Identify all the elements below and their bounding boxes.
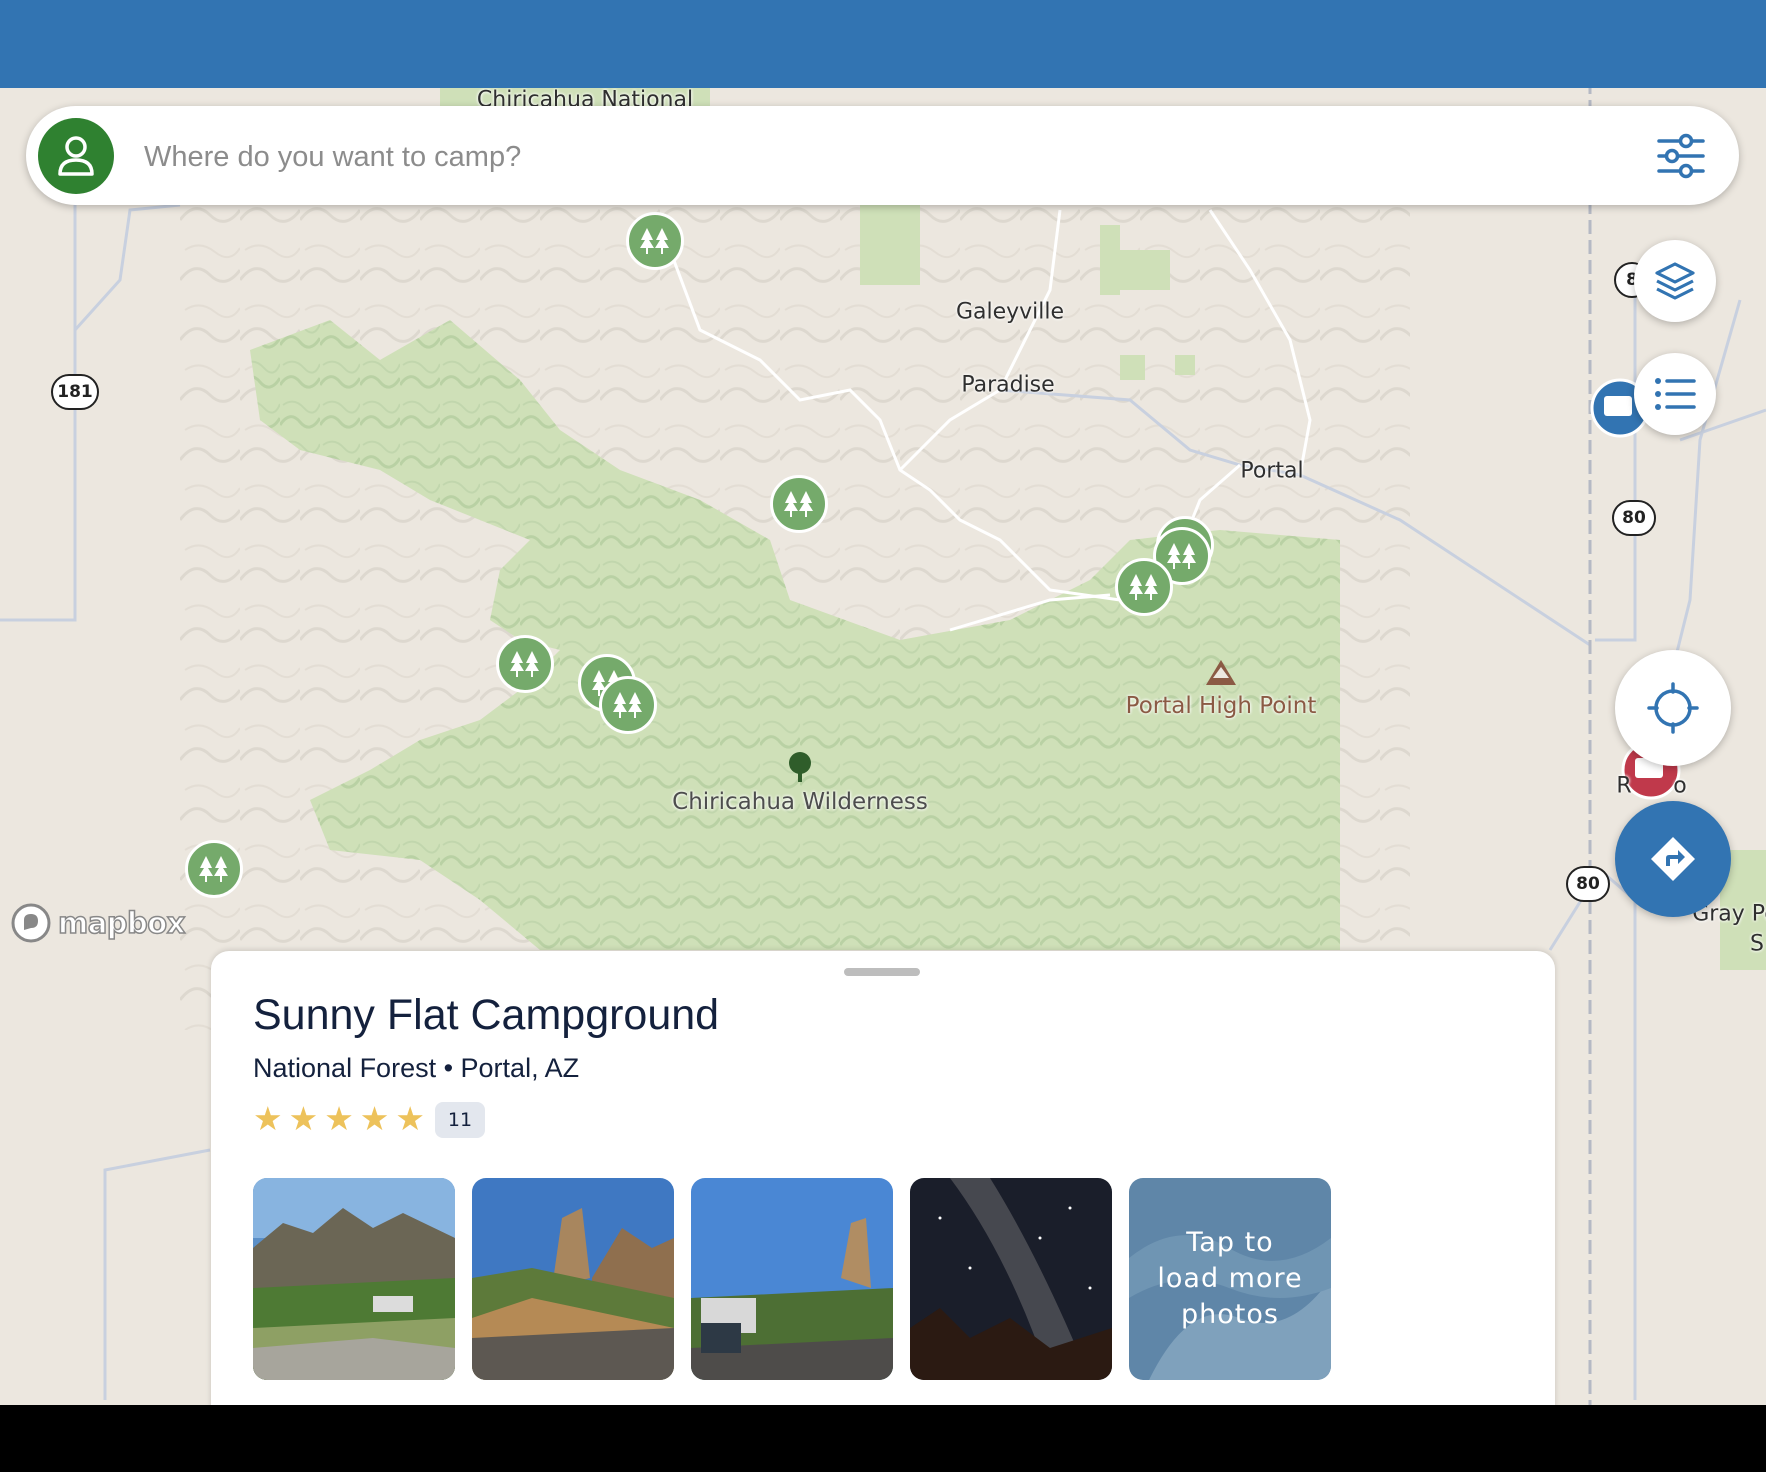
map-label-portal: Portal — [1240, 458, 1304, 484]
drag-handle[interactable] — [844, 968, 920, 976]
sliders-icon — [1657, 133, 1705, 179]
photo-milky-way — [910, 1178, 1112, 1380]
app-screen: Chiricahua National Galeyville Paradise … — [0, 0, 1766, 1405]
locate-me-button[interactable] — [1615, 650, 1731, 766]
load-more-photos-button[interactable]: Tap to load more photos — [1129, 1178, 1331, 1380]
map-label-rodeo-2: o — [1673, 773, 1687, 799]
review-count-badge[interactable]: 11 — [435, 1102, 485, 1138]
photo-rv-campsite — [691, 1178, 893, 1380]
route-shield-181: 181 — [51, 374, 99, 410]
campground-photo[interactable] — [253, 1178, 455, 1380]
mapbox-wordmark: mapbox — [57, 905, 186, 941]
map-label-galeyville: Galeyville — [955, 299, 1065, 325]
campground-pin[interactable] — [185, 840, 243, 898]
star-icon: ★ — [359, 1099, 390, 1138]
campground-photo[interactable] — [910, 1178, 1112, 1380]
status-bar — [0, 0, 1766, 88]
campground-pin[interactable] — [496, 635, 554, 693]
trees-icon — [510, 651, 539, 677]
campground-detail-sheet[interactable]: Sunny Flat Campground National Forest • … — [211, 951, 1555, 1405]
campground-pin[interactable] — [626, 212, 684, 270]
route-shield-80-south: 80 — [1566, 866, 1610, 902]
directions-icon — [1651, 837, 1695, 881]
star-icon: ★ — [324, 1099, 354, 1138]
layers-button[interactable] — [1634, 240, 1716, 322]
trees-icon — [1167, 543, 1196, 569]
campground-pin[interactable] — [1115, 558, 1173, 616]
trees-icon — [1129, 574, 1158, 600]
mapbox-logo-icon — [11, 903, 51, 943]
campground-photo[interactable] — [472, 1178, 674, 1380]
star-icon: ★ — [288, 1099, 319, 1138]
mapbox-attribution[interactable]: mapbox — [10, 902, 186, 944]
map-label-gray-peak-2: S — [1750, 931, 1764, 957]
trees-icon — [199, 856, 228, 882]
layers-icon — [1655, 262, 1695, 300]
trees-icon — [613, 692, 642, 718]
load-more-photos-label: Tap to load more photos — [1157, 1227, 1303, 1330]
campground-photo[interactable] — [691, 1178, 893, 1380]
map-label-paradise: Paradise — [961, 372, 1055, 398]
star-icon: ★ — [253, 1099, 283, 1138]
list-icon — [1655, 378, 1696, 410]
map-label-chiricahua-wilderness: Chiricahua Wilderness — [672, 789, 928, 815]
profile-button[interactable] — [38, 118, 114, 194]
trees-icon — [784, 491, 813, 517]
directions-button[interactable] — [1615, 801, 1731, 917]
campground-subtitle: National Forest • Portal, AZ — [253, 1053, 580, 1083]
trees-icon — [640, 228, 669, 254]
campground-pin[interactable] — [770, 475, 828, 533]
crosshair-icon — [1647, 682, 1699, 734]
star-icon: ★ — [395, 1099, 425, 1138]
map-label-rodeo: R — [1616, 773, 1632, 799]
photo-rock-spire — [472, 1178, 674, 1380]
route-shield-80: 80 — [1612, 500, 1656, 536]
photo-mountains-campsite — [253, 1178, 455, 1380]
person-icon — [58, 136, 94, 176]
filter-button[interactable] — [1653, 128, 1709, 184]
search-bar — [26, 106, 1739, 205]
campground-pin-selected[interactable] — [599, 676, 657, 734]
list-view-button[interactable] — [1634, 353, 1716, 435]
map-label-portal-high-point: Portal High Point — [1125, 693, 1317, 719]
campground-name: Sunny Flat Campground — [253, 991, 720, 1039]
star-rating: ★ ★ ★ ★ ★ — [253, 1101, 425, 1137]
system-navigation-bar — [0, 1405, 1766, 1472]
search-input[interactable] — [142, 128, 1526, 186]
